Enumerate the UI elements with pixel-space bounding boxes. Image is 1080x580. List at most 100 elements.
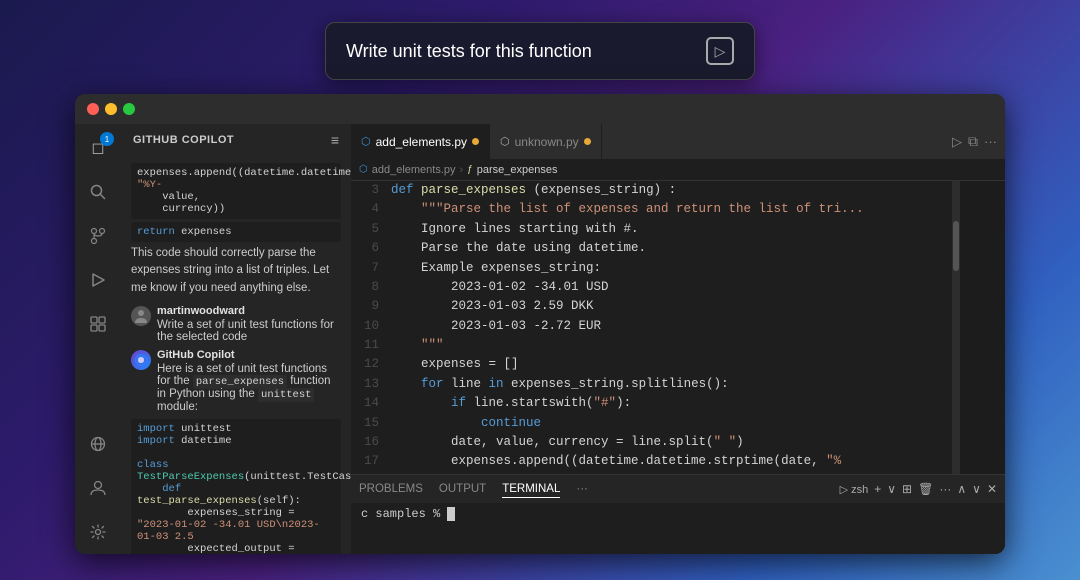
ln-15: 15 [351, 414, 379, 433]
terminal-dropdown-icon[interactable]: ∨ [887, 482, 896, 496]
terminal-add-icon[interactable]: + [874, 482, 881, 496]
breadcrumb-func-icon: ƒ [467, 164, 473, 175]
send-button[interactable]: ▷ [706, 37, 734, 65]
terminal-trash-icon[interactable]: 🗑 [918, 482, 933, 496]
ln-3: 3 [351, 181, 379, 200]
ln-11: 11 [351, 336, 379, 355]
tab-py-icon-1: ⬡ [361, 135, 371, 148]
user-message-content: martinwoodward Write a set of unit test … [157, 305, 341, 343]
tab-terminal[interactable]: TERMINAL [502, 481, 560, 498]
tab-bar: ⬡ add_elements.py ⬡ unknown.py ▷ ⧉ ··· [351, 124, 1005, 159]
code-editor: 3 4 5 6 7 8 9 10 11 12 13 14 15 16 17 18 [351, 181, 1005, 474]
code-line-12: expenses = [] [391, 355, 952, 374]
ln-14: 14 [351, 394, 379, 413]
terminal-text: c samples % [361, 507, 447, 521]
activity-settings-icon[interactable] [80, 514, 116, 550]
ln-9: 9 [351, 297, 379, 316]
user-avatar [131, 306, 151, 326]
activity-files-icon[interactable]: ◻ 1 [80, 130, 116, 166]
tab-controls: ▷ ⧉ ··· [952, 124, 1005, 159]
tab-label-1: add_elements.py [376, 135, 467, 149]
send-icon: ▷ [706, 37, 734, 65]
tab-add-elements[interactable]: ⬡ add_elements.py [351, 124, 490, 159]
activity-extensions-icon[interactable] [80, 306, 116, 342]
terminal-split-icon[interactable]: ⊞ [902, 482, 912, 496]
code-line-13: for line in expenses_string.splitlines()… [391, 375, 952, 394]
tab-modified-dot-2 [584, 138, 591, 145]
user-author: martinwoodward [157, 305, 341, 317]
code-line-10: 2023-01-03 -2.72 EUR [391, 317, 952, 336]
copilot-text: Here is a set of unit test functions for… [157, 363, 341, 413]
minimize-button[interactable] [105, 103, 117, 115]
activity-remote-icon[interactable] [80, 426, 116, 462]
breadcrumb-separator: › [460, 164, 464, 176]
breadcrumb: ⬡ add_elements.py › ƒ parse_expenses [351, 159, 1005, 181]
code-line-8: 2023-01-02 -34.01 USD [391, 278, 952, 297]
panel-expand-icon[interactable]: ∨ [972, 482, 981, 496]
run-split-icon[interactable]: ▷ [952, 134, 962, 150]
panel-close-icon[interactable]: ✕ [987, 482, 997, 496]
panel-collapse-icon[interactable]: ∧ [957, 482, 966, 496]
code-line-17: expenses.append((datetime.datetime.strpt… [391, 452, 952, 471]
copilot-author: GitHub Copilot [157, 349, 341, 361]
tab-unknown[interactable]: ⬡ unknown.py [490, 124, 602, 159]
terminal-more-icon[interactable]: ··· [939, 482, 951, 496]
ln-8: 8 [351, 278, 379, 297]
tab-label-2: unknown.py [515, 135, 579, 149]
tab-problems[interactable]: PROBLEMS [359, 481, 423, 497]
code-line-14: if line.startswith("#"): [391, 394, 952, 413]
ln-16: 16 [351, 433, 379, 452]
maximize-button[interactable] [123, 103, 135, 115]
ln-7: 7 [351, 259, 379, 278]
panel-controls: ▷ zsh + ∨ ⊞ 🗑 ··· ∧ ∨ ✕ [840, 482, 997, 496]
code-line-4: """Parse the list of expenses and return… [391, 200, 952, 219]
vscode-window: ◻ 1 [75, 94, 1005, 554]
tab-modified-dot-1 [472, 138, 479, 145]
code-line-6: Parse the date using datetime. [391, 239, 952, 258]
titlebar [75, 94, 1005, 124]
vertical-scrollbar[interactable] [952, 181, 960, 474]
sidebar-title: GITHUB COPILOT [133, 134, 234, 146]
sidebar-header: GITHUB COPILOT ≡ [121, 124, 351, 154]
sidebar-menu-icon[interactable]: ≡ [331, 132, 339, 148]
activity-badge: 1 [100, 132, 114, 146]
breadcrumb-file: add_elements.py [372, 164, 456, 176]
activity-run-icon[interactable] [80, 262, 116, 298]
ln-10: 10 [351, 317, 379, 336]
scrollbar-thumb[interactable] [953, 221, 959, 271]
tab-output[interactable]: OUTPUT [439, 481, 486, 497]
terminal-content[interactable]: c samples % █ [351, 503, 1005, 554]
sidebar: GITHUB COPILOT ≡ expenses.append((dateti… [121, 124, 351, 554]
ln-5: 5 [351, 220, 379, 239]
user-message: martinwoodward Write a set of unit test … [131, 305, 341, 343]
user-text: Write a set of unit test functions for t… [157, 319, 341, 343]
code-lines[interactable]: def parse_expenses (expenses_string) : "… [387, 181, 952, 474]
activity-bar: ◻ 1 [75, 124, 121, 554]
close-button[interactable] [87, 103, 99, 115]
bottom-panel: PROBLEMS OUTPUT TERMINAL ··· ▷ zsh + ∨ ⊞… [351, 474, 1005, 554]
split-editor-icon[interactable]: ⧉ [968, 133, 978, 150]
chat-code-block: import unittest import datetime class Te… [131, 419, 341, 554]
chat-content: expenses.append((datetime.datetime.strpt… [121, 154, 351, 554]
terminal-cursor: █ [447, 507, 455, 521]
code-line-11: """ [391, 336, 952, 355]
ln-13: 13 [351, 375, 379, 394]
code-line-16: date, value, currency = line.split(" ") [391, 433, 952, 452]
more-actions-icon[interactable]: ··· [984, 134, 997, 149]
code-line-18: value, [391, 472, 952, 474]
activity-accounts-icon[interactable] [80, 470, 116, 506]
chat-message-1: This code should correctly parse the exp… [131, 245, 341, 297]
copilot-avatar [131, 350, 151, 370]
chat-code-snippet-1: expenses.append((datetime.datetime.strpt… [131, 163, 341, 219]
code-line-9: 2023-01-03 2.59 DKK [391, 297, 952, 316]
activity-source-control-icon[interactable] [80, 218, 116, 254]
copilot-message: GitHub Copilot Here is a set of unit tes… [131, 349, 341, 413]
tab-more[interactable]: ··· [576, 481, 588, 497]
activity-search-icon[interactable] [80, 174, 116, 210]
chat-code-snippet-2: return expenses [131, 222, 341, 242]
editor-area: ⬡ add_elements.py ⬡ unknown.py ▷ ⧉ ··· ⬡ [351, 124, 1005, 554]
ln-17: 17 [351, 452, 379, 471]
ln-12: 12 [351, 355, 379, 374]
code-line-15: continue [391, 414, 952, 433]
tab-py-icon-2: ⬡ [500, 135, 510, 148]
